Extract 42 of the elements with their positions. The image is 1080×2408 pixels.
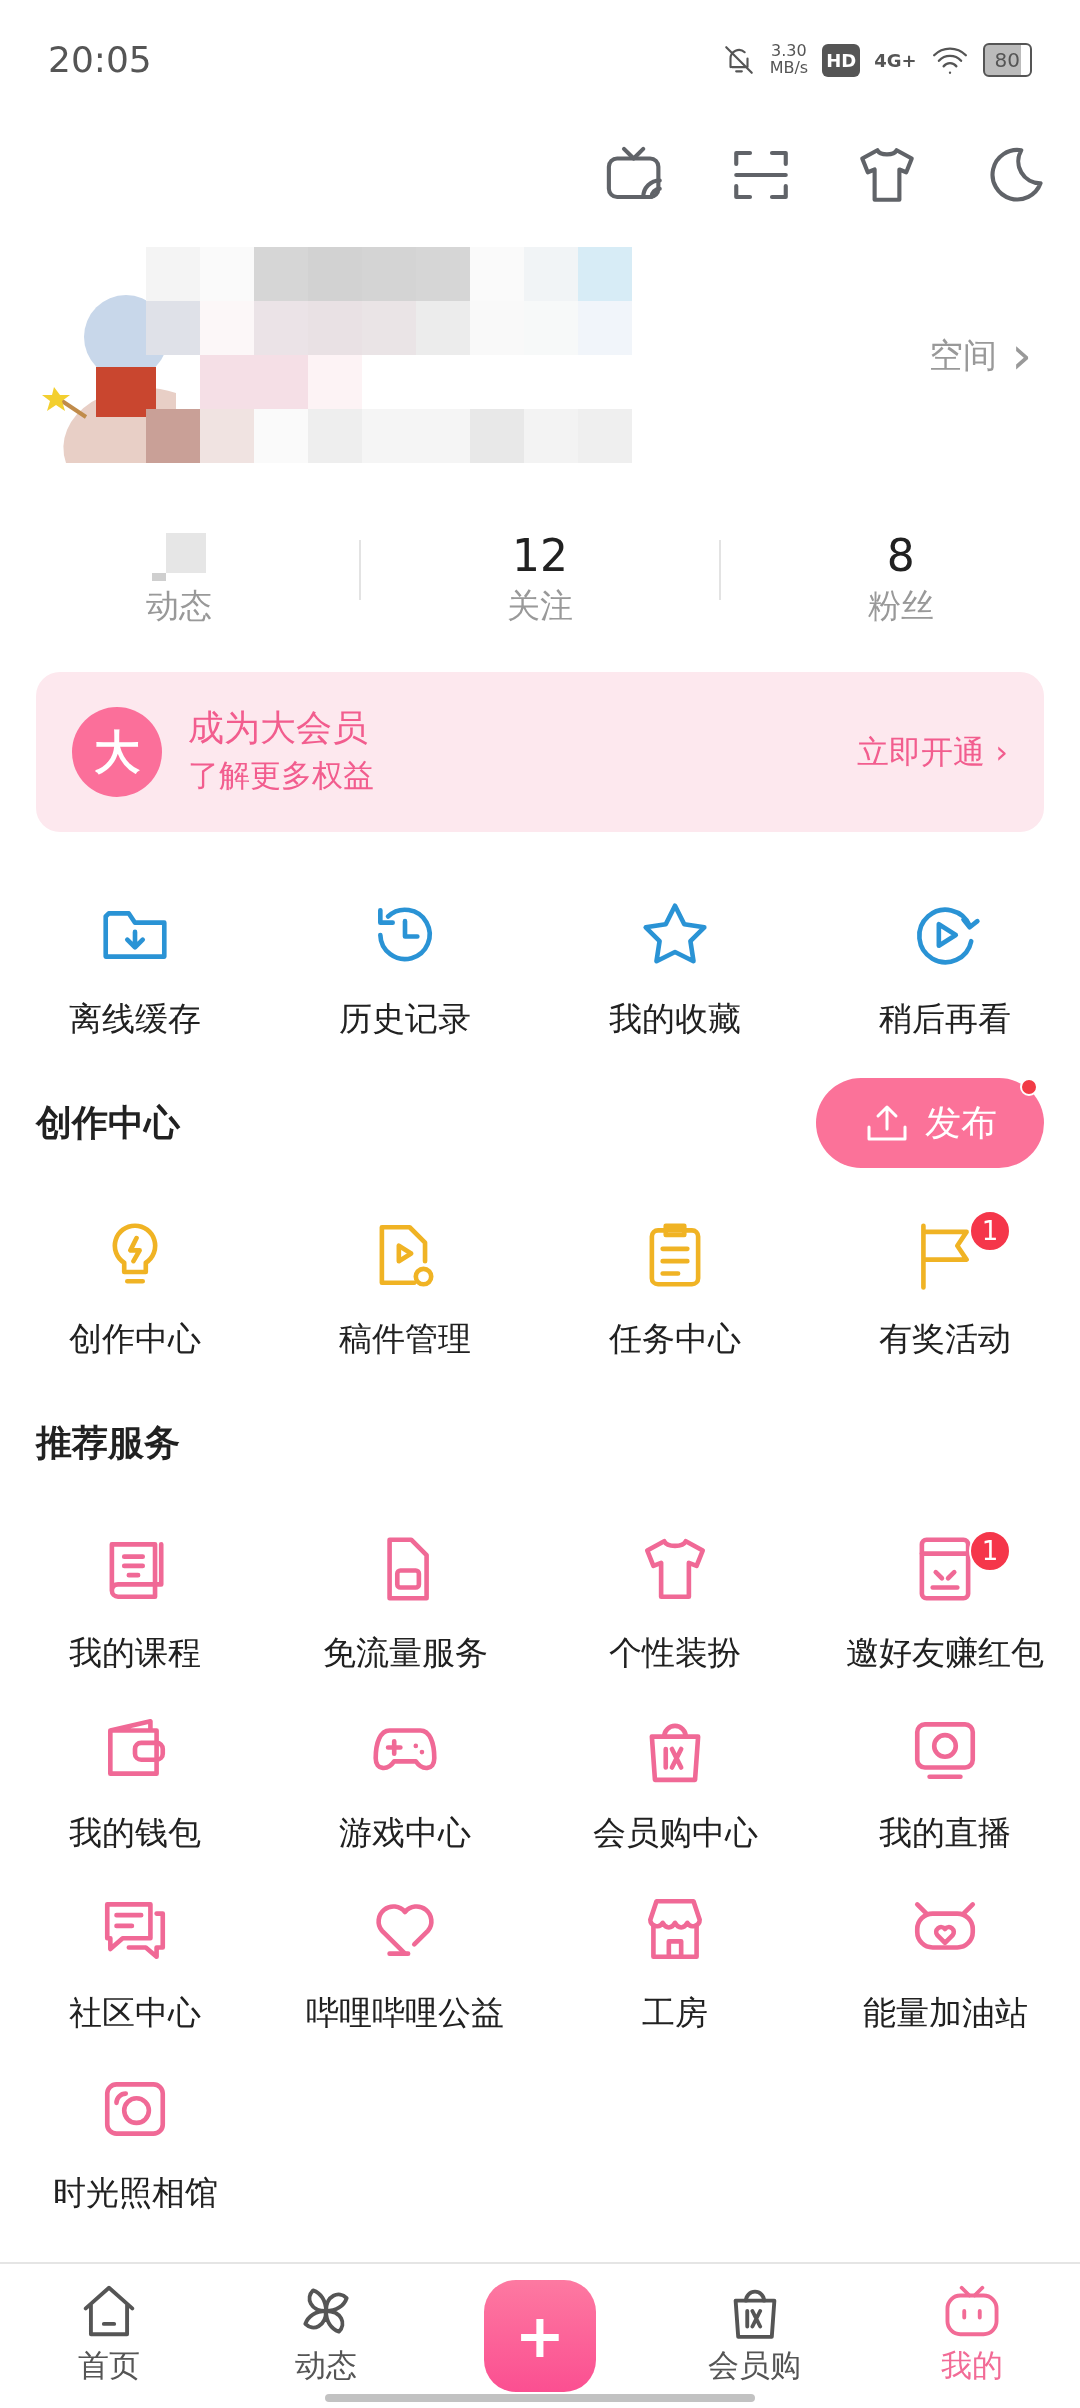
vip-badge: 大 — [72, 707, 162, 797]
shortcut-label[interactable]: 离线缓存 — [69, 994, 201, 1044]
nav-tab[interactable]: 首页 — [0, 2264, 217, 2389]
hd-badge: HD — [822, 43, 861, 77]
shortcut-label[interactable]: 社区中心 — [69, 1988, 201, 2038]
shortcut-label[interactable]: 历史记录 — [339, 994, 471, 1044]
shortcut-label[interactable]: 游戏中心 — [339, 1808, 471, 1858]
stat-label: 关注 — [507, 584, 573, 627]
stat-count: 12 — [512, 532, 568, 581]
shortcut-label[interactable]: 我的直播 — [879, 1808, 1011, 1858]
nav-tab[interactable]: 会员购 — [646, 2264, 863, 2389]
shortcut-label[interactable]: 免流量服务 — [322, 1628, 488, 1678]
stat-label: 动态 — [146, 584, 213, 627]
notification-badge: 1 — [969, 1210, 1011, 1252]
shortcut-label[interactable]: 哔哩哔哩公益 — [306, 1988, 504, 2038]
shortcut-label[interactable]: 有奖活动 — [879, 1314, 1011, 1364]
shortcut-label[interactable]: 稍后再看 — [879, 994, 1011, 1044]
shortcut-label[interactable]: 时光照相馆 — [52, 2168, 218, 2218]
section-title: 创作中心 — [36, 1101, 180, 1145]
clock-time: 20:05 — [48, 38, 152, 82]
vip-title: 成为大会员 — [188, 706, 369, 751]
shortcut-label[interactable]: 邀好友赚红包 — [846, 1628, 1044, 1678]
shortcut-label[interactable]: 我的钱包 — [69, 1808, 201, 1858]
shortcut-label[interactable]: 创作中心 — [69, 1314, 201, 1364]
network-type: 4G+ — [874, 48, 917, 73]
shortcut-label[interactable]: 会员购中心 — [592, 1808, 758, 1858]
shortcut-label[interactable]: 个性装扮 — [609, 1628, 741, 1678]
nav-tab[interactable]: 动态 — [217, 2264, 434, 2389]
stat-count: 8 — [886, 532, 915, 581]
battery-level: 80 — [982, 43, 1032, 77]
shortcut-label[interactable]: 能量加油站 — [862, 1988, 1028, 2038]
shortcut-label[interactable]: 工房 — [642, 1988, 708, 2038]
shortcut-label[interactable]: 我的课程 — [69, 1628, 201, 1678]
speed-unit: MB/s — [769, 60, 809, 77]
network-speed: 3.30 — [770, 43, 808, 60]
section-title: 推荐服务 — [36, 1421, 180, 1465]
shortcut-label[interactable]: 任务中心 — [609, 1314, 741, 1364]
notification-badge: 1 — [969, 1530, 1011, 1572]
shortcut-label[interactable]: 稿件管理 — [339, 1314, 471, 1364]
vip-subtitle: 了解更多权益 — [188, 756, 374, 796]
shortcut-label[interactable]: 我的收藏 — [609, 994, 741, 1044]
stat-label: 粉丝 — [867, 584, 934, 627]
